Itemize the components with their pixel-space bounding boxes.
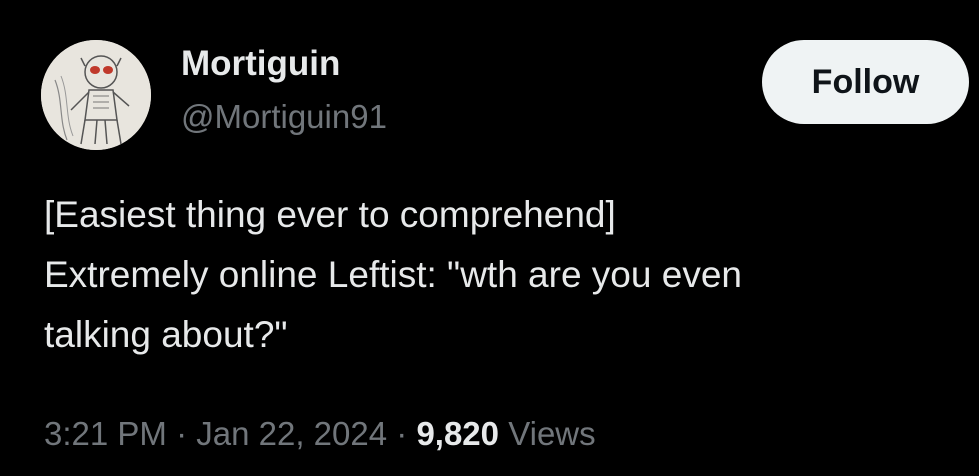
tweet-card: Mortiguin @Mortiguin91 Follow [Easiest t… bbox=[0, 0, 979, 476]
avatar-sketch-icon bbox=[41, 40, 151, 150]
views-label: Views bbox=[508, 415, 596, 452]
tweet-text-line: Extremely online Leftist: "wth are you e… bbox=[44, 254, 742, 295]
meta-separator: · bbox=[176, 415, 188, 452]
tweet-time[interactable]: 3:21 PM bbox=[44, 415, 167, 452]
tweet-text-line: [Easiest thing ever to comprehend] bbox=[44, 194, 616, 235]
tweet-date[interactable]: Jan 22, 2024 bbox=[196, 415, 387, 452]
display-name[interactable]: Mortiguin bbox=[181, 44, 340, 84]
follow-button[interactable]: Follow bbox=[762, 40, 969, 124]
meta-separator: · bbox=[396, 415, 408, 452]
avatar[interactable] bbox=[41, 40, 151, 150]
tweet-meta: 3:21 PM · Jan 22, 2024 · 9,820 Views bbox=[44, 415, 596, 453]
tweet-text: [Easiest thing ever to comprehend] Extre… bbox=[44, 185, 944, 365]
views-count: 9,820 bbox=[416, 415, 500, 452]
user-handle[interactable]: @Mortiguin91 bbox=[181, 98, 387, 136]
tweet-text-line: talking about?" bbox=[44, 314, 288, 355]
